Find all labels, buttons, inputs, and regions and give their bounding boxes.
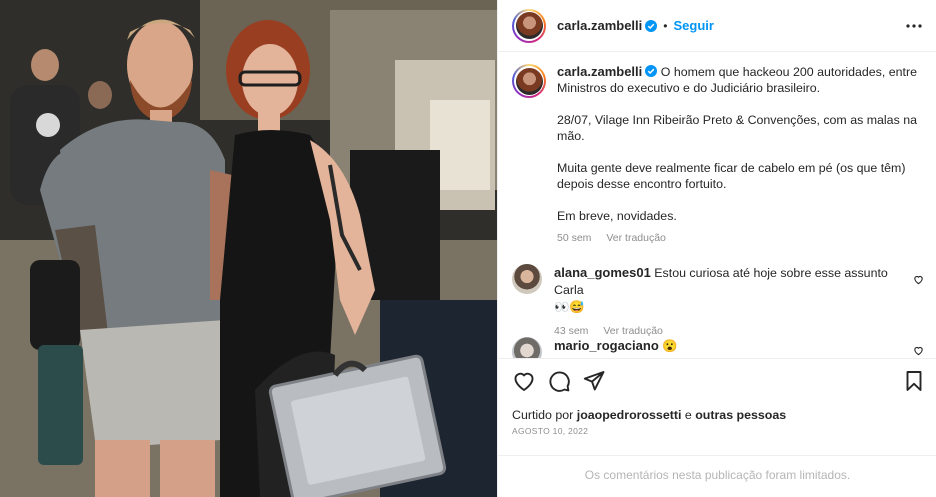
follow-button[interactable]: Seguir (673, 18, 713, 33)
comment-item: mario_rogaciano 😮 (512, 337, 926, 358)
liked-by-joiner: e (684, 408, 692, 422)
comment-like-heart-icon[interactable] (913, 274, 924, 285)
save-icon[interactable] (902, 369, 926, 393)
liked-by: Curtido por joaopedrorossetti e outras p… (512, 408, 786, 422)
comment-username[interactable]: alana_gomes01 (554, 265, 651, 280)
post-header: carla.zambelli • Seguir (498, 0, 936, 52)
heart-icon[interactable] (512, 369, 536, 393)
comment-avatar[interactable] (512, 264, 542, 294)
comment-avatar[interactable] (512, 337, 542, 358)
verified-badge-icon (645, 19, 658, 32)
caption-line-2: 28/07, Vilage Inn Ribeirão Preto & Conve… (557, 113, 917, 143)
share-icon[interactable] (582, 369, 606, 393)
more-options-icon[interactable] (905, 17, 923, 35)
post-actions: Curtido por joaopedrorossetti e outras p… (498, 358, 936, 497)
comment-time[interactable]: 43 sem (554, 325, 588, 337)
liked-by-prefix: Curtido por (512, 408, 574, 422)
liked-by-others[interactable]: outras pessoas (695, 408, 786, 422)
comment-username[interactable]: mario_rogaciano (554, 338, 659, 353)
photo-scene (0, 0, 497, 497)
comment-translate-link[interactable]: Ver tradução (603, 325, 663, 337)
comment-item: alana_gomes01 Estou curiosa até hoje sob… (512, 264, 926, 340)
author-username[interactable]: carla.zambelli (557, 18, 642, 33)
comment-emoji: 👀😅 (554, 300, 585, 314)
caption-avatar[interactable] (512, 64, 546, 98)
post-photo[interactable] (0, 0, 497, 497)
post-detail-panel: carla.zambelli • Seguir carla.zambelli O… (497, 0, 936, 497)
caption-username[interactable]: carla.zambelli (557, 64, 642, 79)
comment-icon[interactable] (547, 369, 571, 393)
caption-line-3: Muita gente deve realmente ficar de cabe… (557, 161, 906, 191)
author-avatar[interactable] (512, 8, 546, 43)
comment-like-heart-icon[interactable] (913, 345, 924, 356)
caption-translate-link[interactable]: Ver tradução (606, 232, 666, 244)
comment-text: 😮 (662, 339, 678, 353)
comments-scroll-area[interactable]: carla.zambelli O homem que hackeou 200 a… (498, 53, 936, 358)
caption: carla.zambelli O homem que hackeou 200 a… (512, 64, 922, 246)
post-date[interactable]: AGOSTO 10, 2022 (512, 426, 588, 436)
comments-limited-notice: Os comentários nesta publicação foram li… (498, 455, 936, 497)
caption-time[interactable]: 50 sem (557, 232, 591, 244)
separator-dot: • (663, 18, 668, 33)
liked-by-user[interactable]: joaopedrorossetti (577, 408, 682, 422)
caption-line-4: Em breve, novidades. (557, 209, 677, 223)
verified-badge-icon (645, 65, 658, 77)
